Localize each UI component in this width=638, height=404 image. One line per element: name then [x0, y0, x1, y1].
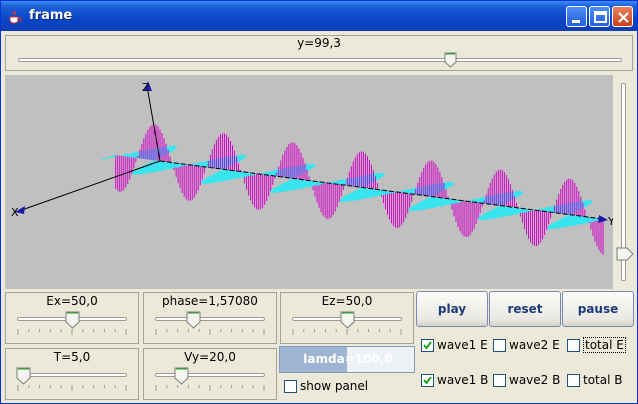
x-axis-line — [18, 160, 161, 212]
slider-panel-phase: phase=1,57080 — [143, 292, 277, 344]
slider-label-t: T=5,0 — [53, 350, 91, 364]
slider-label-phase: phase=1,57080 — [162, 294, 258, 308]
checkbox-label-totale: total E — [583, 337, 626, 353]
lamda-progress-field[interactable]: lamda=100,0 — [279, 346, 415, 373]
close-icon — [618, 12, 629, 23]
checkbox-label-totalb: total B — [583, 373, 623, 387]
slider-thumb-ez[interactable] — [340, 311, 355, 329]
slider-ticks-vy — [155, 385, 265, 391]
slider-panel-vy: Vy=20,0 — [143, 348, 277, 400]
checkbox-label-wave2e: wave2 E — [509, 338, 560, 352]
play-button[interactable]: play — [416, 291, 488, 327]
java-cup-icon — [9, 10, 22, 24]
pause-button[interactable]: pause — [562, 291, 634, 327]
checkmark-icon — [423, 341, 432, 350]
checkbox-label-wave1b: wave1 B — [437, 373, 489, 387]
slider-track-phase[interactable] — [155, 317, 265, 321]
slider-panel-ex: Ex=50,0 — [5, 292, 139, 344]
slider-label-ez: Ez=50,0 — [321, 294, 373, 308]
e-wave-line-0 — [101, 154, 116, 161]
slider-panel-t: T=5,0 — [5, 348, 139, 400]
checkbox-totalb[interactable] — [567, 374, 580, 387]
y-slider-panel: y=99,3 — [5, 35, 633, 71]
z-axis-label: Z — [142, 81, 150, 94]
checkbox-label-wave2b: wave2 B — [509, 373, 561, 387]
slider-thumb-t[interactable] — [16, 367, 31, 385]
y-slider-track[interactable] — [18, 58, 622, 62]
y-slider-thumb[interactable] — [444, 52, 457, 68]
checkbox-totale[interactable] — [567, 339, 580, 352]
wave-canvas: Z X Y — [11, 81, 615, 255]
y-slider-label: y=99,3 — [297, 36, 341, 50]
slider-label-vy: Vy=20,0 — [184, 350, 236, 364]
slider-track-t[interactable] — [17, 373, 127, 377]
slider-ticks-ex — [17, 329, 127, 335]
slider-thumb-ex[interactable] — [65, 311, 80, 329]
slider-thumb-phase[interactable] — [186, 311, 201, 329]
title-bar[interactable]: frame — [1, 1, 637, 31]
slider-panel-ez: Ez=50,0 — [280, 292, 414, 344]
checkbox-wave1b[interactable] — [421, 374, 434, 387]
maximize-icon — [594, 11, 607, 23]
slider-thumb-vy[interactable] — [174, 367, 189, 385]
show-panel-checkbox[interactable] — [284, 380, 297, 393]
close-button[interactable] — [612, 6, 633, 27]
window-title: frame — [29, 8, 73, 23]
minimize-button[interactable] — [566, 6, 587, 27]
show-panel-label: show panel — [300, 379, 369, 393]
app-window: frame y=99,3 Z X Y Ex=50,0 phase=1,57080… — [0, 0, 638, 404]
x-axis-label: X — [11, 206, 19, 219]
maximize-button[interactable] — [589, 6, 610, 27]
checkmark-icon — [423, 376, 432, 385]
slider-ticks-ez — [292, 329, 402, 335]
slider-track-vy[interactable] — [155, 373, 265, 377]
slider-ticks-t — [17, 385, 127, 391]
wave-3d-view[interactable]: Z X Y — [5, 75, 615, 289]
view-vertical-slider[interactable] — [613, 75, 635, 289]
lamda-label: lamda=100,0 — [303, 352, 393, 366]
minimize-icon — [572, 20, 580, 23]
checkbox-wave1e[interactable] — [421, 339, 434, 352]
slider-label-ex: Ex=50,0 — [46, 294, 98, 308]
checkbox-label-wave1e: wave1 E — [437, 338, 488, 352]
vertical-slider-thumb[interactable] — [616, 247, 634, 261]
slider-ticks-phase — [155, 329, 265, 335]
reset-button[interactable]: reset — [489, 291, 561, 327]
checkbox-wave2e[interactable] — [493, 339, 506, 352]
checkbox-wave2b[interactable] — [493, 374, 506, 387]
